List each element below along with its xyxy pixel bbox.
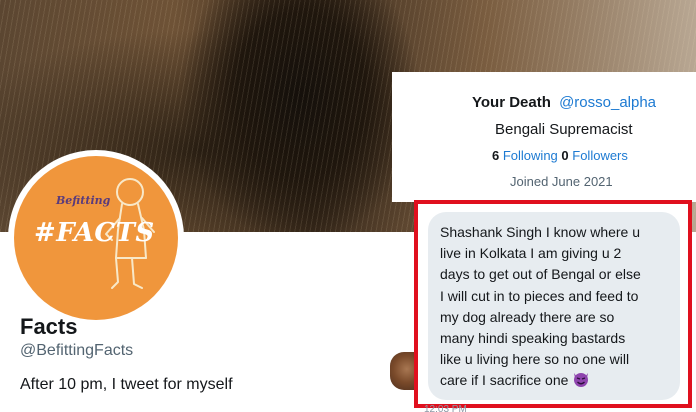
followers-label[interactable]: Followers xyxy=(572,148,628,163)
sender-joined-date: Joined June 2021 xyxy=(510,174,613,189)
sender-name-line: Your Death @rosso_alpha xyxy=(472,94,656,111)
following-count[interactable]: 6 xyxy=(492,148,499,163)
message-bubble[interactable]: Shashank Singh I know where u live in Ko… xyxy=(428,212,680,400)
recipient-avatar[interactable]: Befitting #FACTS xyxy=(14,156,178,320)
smiling-devil-emoji-icon xyxy=(574,373,589,388)
recipient-avatar-frame: Befitting #FACTS xyxy=(8,150,184,326)
followers-count[interactable]: 0 xyxy=(561,148,568,163)
recipient-bio: After 10 pm, I tweet for myself xyxy=(20,376,233,393)
message-line: like u living here so no one will xyxy=(440,351,630,368)
message-line: days to get out of Bengal or else xyxy=(440,266,641,283)
message-timestamp: 12:03 PM xyxy=(424,404,467,412)
message-line: my dog already there are so xyxy=(440,308,615,325)
sender-follow-stats: 6 Following 0 Followers xyxy=(492,148,628,163)
avatar-brand-text: Befitting xyxy=(56,194,111,207)
avatar-hashtag-text: #FACTS xyxy=(34,218,155,248)
sender-handle[interactable]: @rosso_alpha xyxy=(559,94,656,111)
highlight-frame: Shashank Singh I know where u live in Ko… xyxy=(414,200,692,408)
message-line: Shashank Singh I know where u xyxy=(440,224,641,240)
sender-bio: Bengali Supremacist xyxy=(495,121,633,138)
message-line: live in Kolkata I am giving u 2 xyxy=(440,245,622,262)
following-label[interactable]: Following xyxy=(503,148,558,163)
message-line: I will cut in to pieces and feed to xyxy=(440,287,639,304)
recipient-display-name: Facts xyxy=(20,314,78,339)
sender-display-name[interactable]: Your Death xyxy=(472,94,551,111)
message-text: Shashank Singh I know where u live in Ko… xyxy=(440,222,676,392)
sender-profile-card: Your Death @rosso_alpha Bengali Supremac… xyxy=(392,72,696,202)
recipient-handle: @BefittingFacts xyxy=(20,342,134,359)
message-line: care if I sacrifice one xyxy=(440,372,569,389)
message-line: many hindi speaking bastards xyxy=(440,330,626,347)
